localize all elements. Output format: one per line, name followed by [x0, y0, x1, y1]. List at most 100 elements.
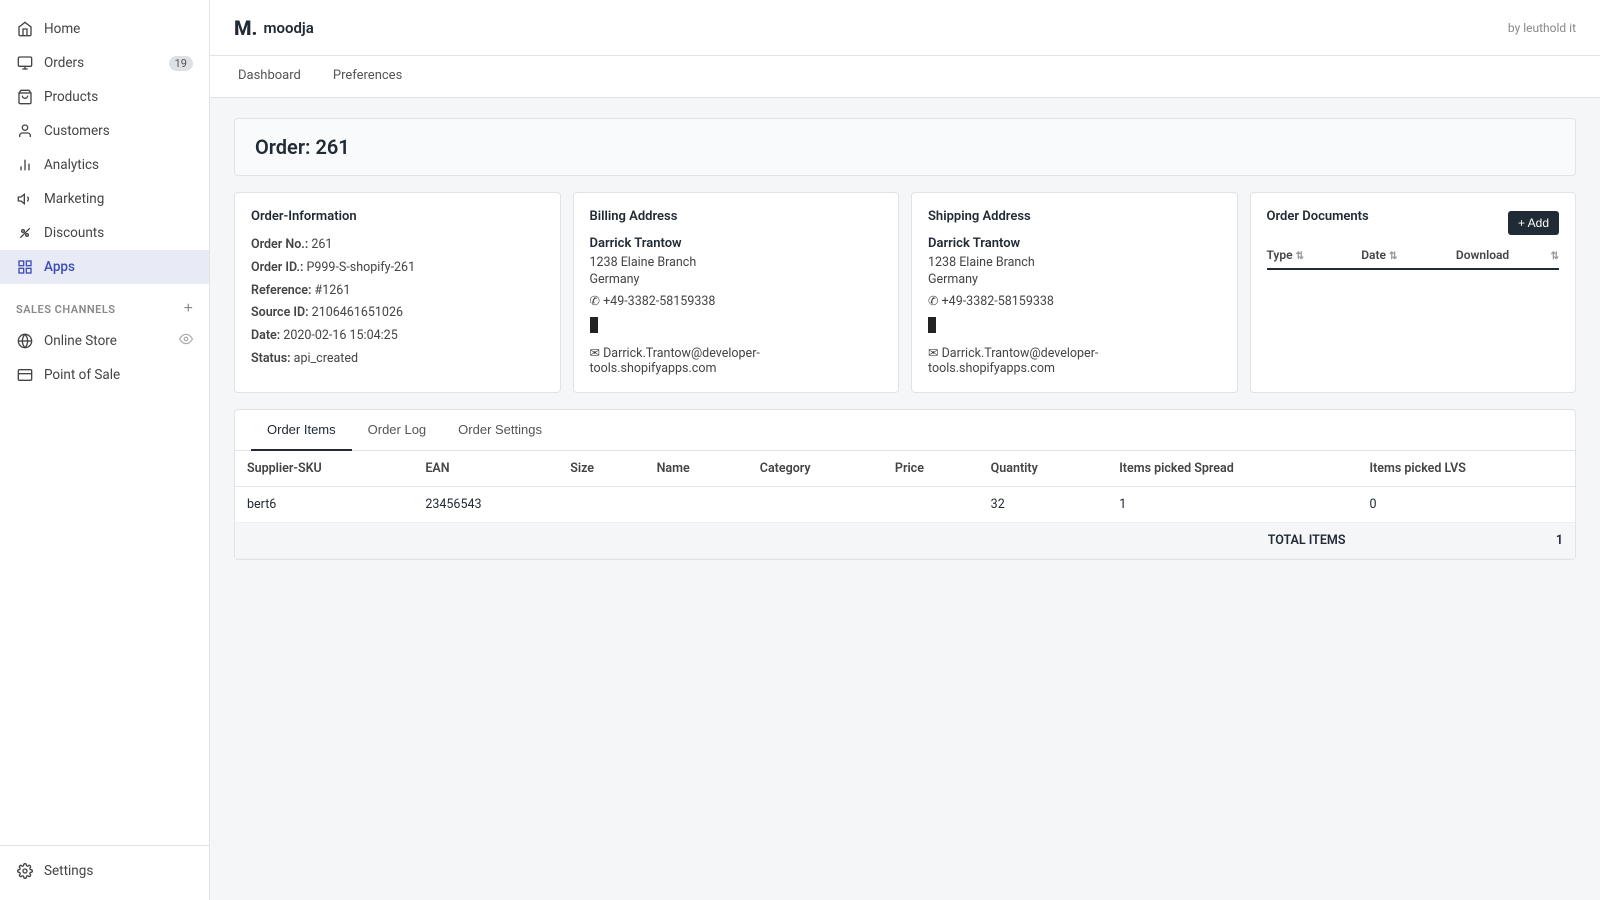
add-sales-channel-button[interactable]: + — [184, 300, 193, 318]
sidebar-item-label: Analytics — [44, 157, 99, 173]
doc-col-download: Download — [1456, 248, 1547, 262]
sidebar-item-products[interactable]: Products — [0, 80, 209, 114]
order-info-heading: Order-Information — [251, 209, 544, 224]
sidebar-item-label: Home — [44, 21, 80, 37]
pos-icon — [16, 366, 34, 384]
col-ean: EAN — [413, 451, 558, 487]
cell-items-picked-lvs-spread: 0 — [1357, 487, 1575, 523]
tab-preferences[interactable]: Preferences — [329, 56, 406, 97]
billing-heading: Billing Address — [590, 209, 883, 224]
sidebar-item-label: Marketing — [44, 191, 104, 207]
sidebar-item-marketing[interactable]: Marketing — [0, 182, 209, 216]
cards-row: Order-Information Order No.: 261 Order I… — [234, 192, 1576, 393]
cell-ean: 23456543 — [413, 487, 558, 523]
shipping-card: Shipping Address Darrick Trantow 1238 El… — [911, 192, 1238, 393]
online-store-icon — [16, 332, 34, 350]
billing-card: Billing Address Darrick Trantow 1238 Ela… — [573, 192, 900, 393]
order-id-row: Order ID.: P999-S-shopify-261 — [251, 259, 544, 278]
discounts-icon — [16, 224, 34, 242]
sidebar-item-label: Discounts — [44, 225, 104, 241]
order-info-card: Order-Information Order No.: 261 Order I… — [234, 192, 561, 393]
sidebar-item-discounts[interactable]: Discounts — [0, 216, 209, 250]
shipping-name: Darrick Trantow — [928, 236, 1221, 251]
table-row: bert6 23456543 32 1 0 — [235, 487, 1575, 523]
sidebar-item-label: Apps — [44, 259, 75, 275]
col-supplier-sku: Supplier-SKU — [235, 451, 413, 487]
sidebar-item-home[interactable]: Home — [0, 12, 209, 46]
sidebar-item-pos[interactable]: Point of Sale — [0, 358, 209, 392]
col-category: Category — [748, 451, 883, 487]
sort-icon-type: ⇅ — [1296, 251, 1304, 262]
cell-quantity: 32 — [979, 487, 1108, 523]
sidebar-item-online-store[interactable]: Online Store — [0, 324, 209, 358]
order-tabs-section: Order Items Order Log Order Settings Sup… — [234, 409, 1576, 560]
total-label-cell — [235, 523, 1107, 559]
sidebar-item-label: Orders — [44, 55, 84, 71]
settings-icon — [16, 862, 34, 880]
page-body: Order: 261 Order-Information Order No.: … — [210, 98, 1600, 900]
orders-badge: 19 — [169, 56, 193, 71]
sidebar-item-customers[interactable]: Customers — [0, 114, 209, 148]
doc-col-sort: ⇅ — [1551, 248, 1559, 262]
documents-heading: Order Documents — [1267, 209, 1369, 224]
tab-order-settings[interactable]: Order Settings — [442, 410, 558, 451]
doc-col-type: Type ⇅ — [1267, 248, 1358, 262]
sidebar-item-analytics[interactable]: Analytics — [0, 148, 209, 182]
documents-card: Order Documents + Add Type ⇅ Date ⇅ Down… — [1250, 192, 1577, 393]
date-row: Date: 2020-02-16 15:04:25 — [251, 327, 544, 346]
tab-order-items[interactable]: Order Items — [251, 410, 352, 451]
col-size: Size — [558, 451, 644, 487]
sidebar-item-label: Settings — [44, 863, 93, 879]
shipping-icon-block — [928, 317, 936, 333]
billing-name: Darrick Trantow — [590, 236, 883, 251]
col-quantity: Quantity — [979, 451, 1108, 487]
reference-row: Reference: #1261 — [251, 282, 544, 301]
billing-phone: ✆ +49-3382-58159338 — [590, 293, 883, 309]
documents-header: Order Documents + Add — [1267, 209, 1560, 236]
order-items-table: Supplier-SKU EAN Size Name Category Pric… — [235, 451, 1575, 559]
order-title: Order: 261 — [255, 135, 1555, 159]
billing-icon-block — [590, 317, 598, 333]
status-row: Status: api_created — [251, 350, 544, 369]
sort-icon-date: ⇅ — [1389, 251, 1397, 262]
tab-order-log[interactable]: Order Log — [352, 410, 443, 451]
main-content: M. moodja by leuthold it Dashboard Prefe… — [210, 0, 1600, 900]
sidebar-item-label: Online Store — [44, 333, 117, 349]
sidebar-item-label: Products — [44, 89, 98, 105]
cell-size — [558, 487, 644, 523]
products-icon — [16, 88, 34, 106]
add-document-button[interactable]: + Add — [1508, 211, 1559, 235]
doc-col-date: Date ⇅ — [1361, 248, 1452, 262]
logo-letter: M. — [234, 16, 257, 40]
sidebar-item-orders[interactable]: Orders 19 — [0, 46, 209, 80]
col-items-picked-spread: Items picked Spread — [1107, 451, 1357, 487]
app-logo: M. moodja — [234, 16, 314, 40]
eye-icon[interactable] — [179, 332, 193, 350]
sales-channels-header: SALES CHANNELS + — [0, 284, 209, 324]
cell-category — [748, 487, 883, 523]
subtabs: Dashboard Preferences — [210, 56, 1600, 98]
apps-icon — [16, 258, 34, 276]
cell-items-picked-spread: 1 — [1107, 487, 1357, 523]
billing-email: ✉ Darrick.Trantow@developer-tools.shopif… — [590, 345, 883, 376]
cell-name — [645, 487, 748, 523]
orders-icon — [16, 54, 34, 72]
cell-supplier-sku: bert6 — [235, 487, 413, 523]
sidebar-item-settings[interactable]: Settings — [0, 854, 209, 888]
order-header: Order: 261 — [234, 118, 1576, 176]
tab-dashboard[interactable]: Dashboard — [234, 56, 305, 97]
total-row: TOTAL ITEMS 1 — [235, 523, 1575, 559]
billing-country: Germany — [590, 272, 883, 287]
sort-icon-download: ⇅ — [1551, 251, 1559, 262]
billing-address1: 1238 Elaine Branch — [590, 255, 883, 270]
col-items-picked-lvs: Items picked LVS — [1357, 451, 1575, 487]
app-name: moodja — [263, 19, 313, 37]
order-no-row: Order No.: 261 — [251, 236, 544, 255]
analytics-icon — [16, 156, 34, 174]
col-name: Name — [645, 451, 748, 487]
col-price: Price — [883, 451, 979, 487]
shipping-address1: 1238 Elaine Branch — [928, 255, 1221, 270]
sidebar-item-apps[interactable]: Apps — [0, 250, 209, 284]
order-tabs-nav: Order Items Order Log Order Settings — [235, 410, 1575, 451]
sidebar-item-label: Customers — [44, 123, 110, 139]
